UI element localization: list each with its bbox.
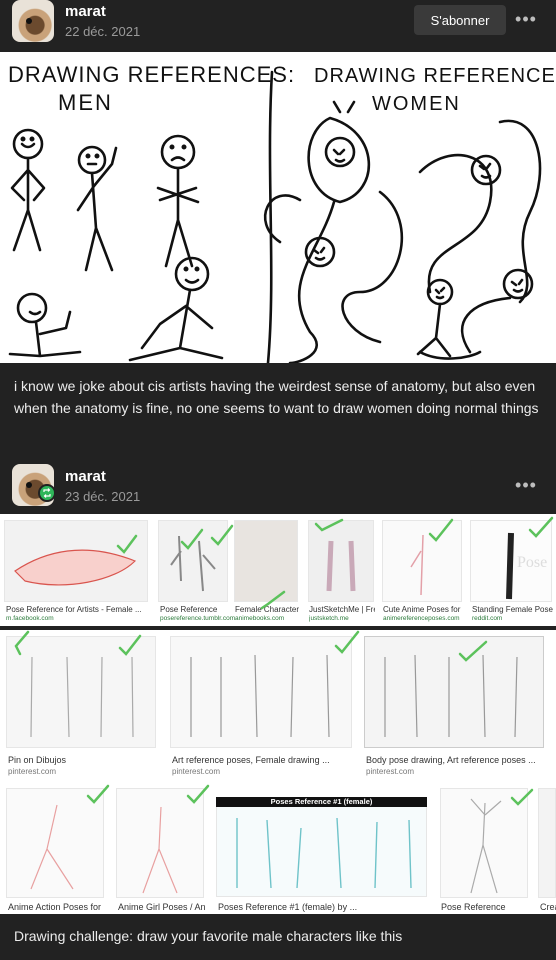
avatar[interactable]	[12, 0, 54, 42]
comic-image: DRAWING REFERENCES: MEN DRAWING REFERENC…	[0, 52, 556, 363]
follow-button[interactable]: S'abonner	[414, 5, 506, 35]
comic-subtitle-men: MEN	[58, 90, 113, 115]
check-icon	[116, 534, 138, 554]
comic-title-men: DRAWING REFERENCES:	[8, 62, 295, 87]
check-icon	[210, 524, 234, 546]
check-icon	[458, 640, 488, 662]
post-caption: i know we joke about cis artists having …	[14, 378, 539, 416]
avatar-eye	[26, 482, 32, 488]
check-icon	[260, 590, 286, 610]
check-icon	[14, 630, 30, 656]
comic-subtitle-women: WOMEN	[372, 93, 461, 115]
reblog-icon	[38, 484, 56, 502]
check-icon	[118, 634, 142, 656]
comic-drawing: DRAWING REFERENCES: MEN DRAWING REFERENC…	[8, 62, 556, 363]
author-name[interactable]: marat	[65, 3, 106, 20]
check-icon	[528, 516, 554, 538]
post-header: marat 22 déc. 2021 S'abonner •••	[0, 0, 556, 52]
checkmarks-overlay	[14, 516, 554, 806]
check-icon	[510, 788, 534, 806]
more-horizontal-icon[interactable]: •••	[513, 10, 539, 32]
post-header: marat 23 déc. 2021 •••	[0, 464, 556, 516]
post-caption: Drawing challenge: draw your favorite ma…	[14, 928, 403, 944]
check-icon	[314, 518, 344, 532]
check-icon	[428, 518, 454, 542]
post-date[interactable]: 23 déc. 2021	[65, 489, 140, 504]
check-icon	[334, 630, 360, 654]
check-icon	[86, 784, 110, 804]
post-date[interactable]: 22 déc. 2021	[65, 24, 140, 39]
check-icon	[186, 784, 210, 804]
more-horizontal-icon[interactable]: •••	[513, 476, 539, 498]
check-icon	[180, 528, 204, 550]
avatar-eye	[26, 18, 32, 24]
search-results-image: Pose Reference for Artists - Female ... …	[0, 514, 556, 914]
author-name[interactable]: marat	[65, 468, 106, 485]
comic-title-women: DRAWING REFERENCES:	[314, 65, 556, 87]
